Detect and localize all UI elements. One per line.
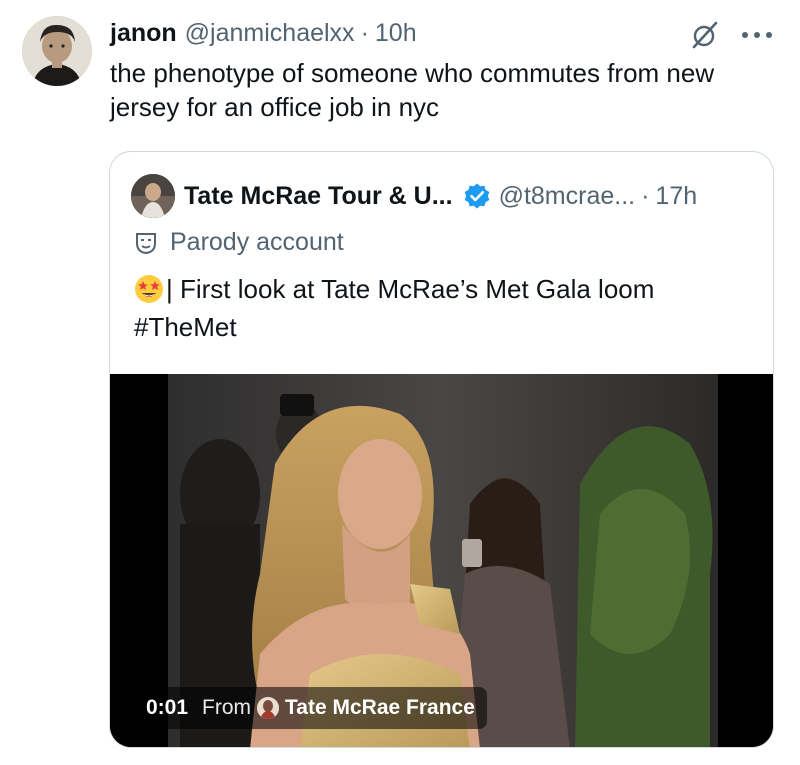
parody-account-label: Parody account <box>134 228 344 257</box>
quote-author-name[interactable]: Tate McRae Tour & U... <box>184 182 453 211</box>
author-name[interactable]: janon <box>110 19 177 48</box>
grok-icon[interactable] <box>690 20 720 50</box>
header-separator: · <box>360 18 369 47</box>
theater-mask-icon <box>136 232 156 254</box>
hashtag-link[interactable]: #TheMet <box>134 312 237 342</box>
quote-text-body: | First look at Tate McRae’s Met Gala lo… <box>166 274 655 304</box>
quote-header: Tate McRae Tour & U... @t8mcrae... · 17h <box>184 178 697 214</box>
quote-timestamp[interactable]: 17h <box>655 182 697 211</box>
tweet-timestamp[interactable]: 10h <box>375 19 417 48</box>
tweet-text: the phenotype of someone who commutes fr… <box>110 58 715 122</box>
author-avatar[interactable] <box>22 16 92 86</box>
verified-badge-icon <box>464 183 489 209</box>
video-timestamp: 0:01 <box>146 696 189 719</box>
video-player[interactable]: 0:01 From Tate McRae France <box>110 374 773 747</box>
quote-text: | First look at Tate McRae’s Met Gala lo… <box>134 270 754 346</box>
quote-author-avatar[interactable] <box>131 174 175 218</box>
source-avatar[interactable] <box>257 697 280 719</box>
quoted-tweet[interactable]: Tate McRae Tour & U... @t8mcrae... · 17h… <box>109 151 774 748</box>
video-source-name[interactable]: Tate McRae France <box>285 696 475 720</box>
tweet-header: janon @janmichaelxx · 10h <box>110 16 417 50</box>
author-handle[interactable]: @janmichaelxx <box>185 19 355 48</box>
quote-separator: · <box>641 181 650 210</box>
star-struck-emoji-icon <box>135 275 163 303</box>
tweet[interactable]: janon @janmichaelxx · 10h the phenotype … <box>0 0 800 765</box>
parody-label-text: Parody account <box>170 228 344 256</box>
video-info-overlay: 0:01 From Tate McRae France <box>136 687 487 729</box>
video-from-label: From <box>202 696 252 719</box>
more-options-icon[interactable] <box>740 24 774 46</box>
quote-author-handle[interactable]: @t8mcrae... <box>499 182 636 211</box>
